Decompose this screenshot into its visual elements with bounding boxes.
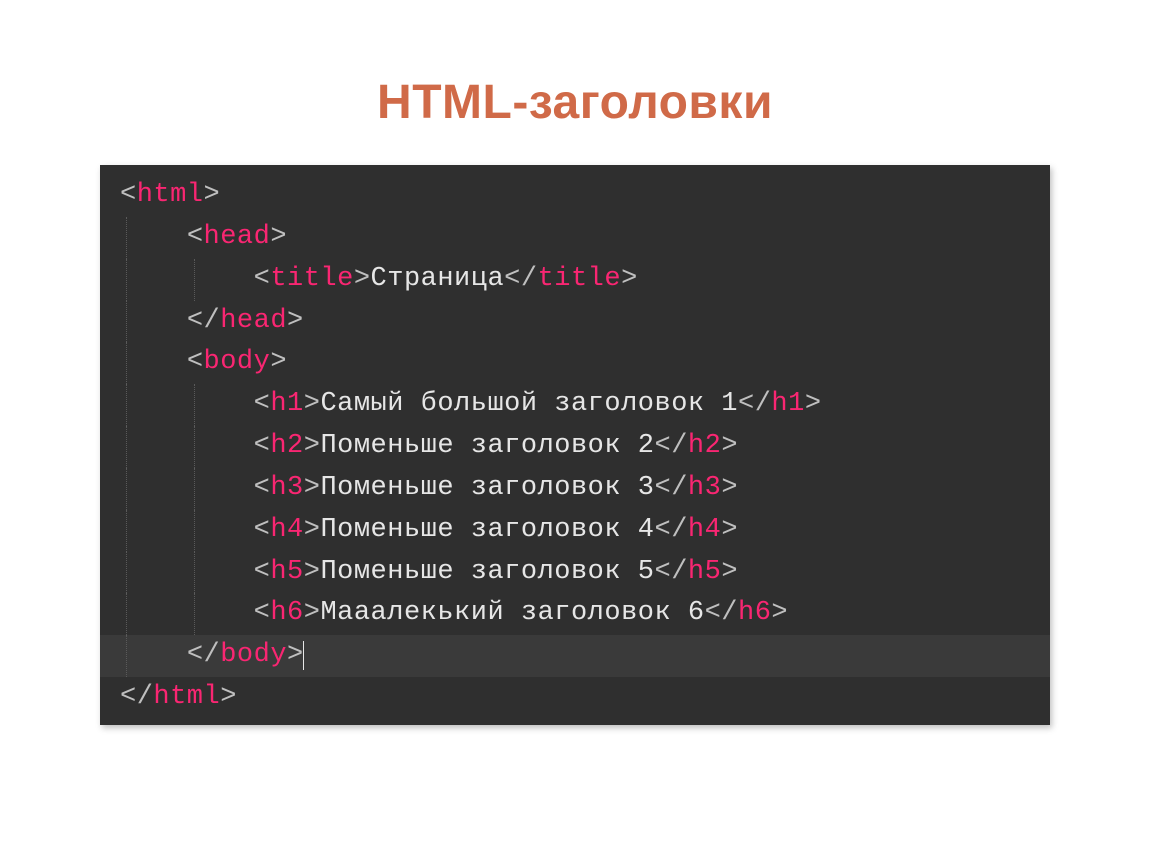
h6-text: Мааалекький заголовок 6 bbox=[320, 598, 704, 628]
tag-h3: h3 bbox=[270, 473, 303, 503]
tag-body-close: body bbox=[220, 640, 287, 670]
code-line: <head> bbox=[100, 217, 1050, 259]
slide: HTML-заголовки <html> <head> <title>Стра… bbox=[0, 0, 1150, 864]
code-line: <h5>Поменьше заголовок 5</h5> bbox=[100, 552, 1050, 594]
tag-h5: h5 bbox=[270, 557, 303, 587]
tag-html-close: html bbox=[153, 682, 220, 712]
code-line: <h4>Поменьше заголовок 4</h4> bbox=[100, 510, 1050, 552]
tag-h4: h4 bbox=[270, 515, 303, 545]
tag-h2: h2 bbox=[270, 431, 303, 461]
tag-h1-close: h1 bbox=[771, 389, 804, 419]
code-line: <html> bbox=[100, 175, 1050, 217]
code-line: </html> bbox=[100, 677, 1050, 719]
text-cursor bbox=[303, 641, 304, 671]
tag-h5-close: h5 bbox=[688, 557, 721, 587]
tag-body: body bbox=[204, 347, 271, 377]
tag-head-close: head bbox=[220, 306, 287, 336]
tag-title-close: title bbox=[538, 264, 622, 294]
h1-text: Самый большой заголовок 1 bbox=[320, 389, 738, 419]
tag-head: head bbox=[204, 222, 271, 252]
tag-h2-close: h2 bbox=[688, 431, 721, 461]
tag-h3-close: h3 bbox=[688, 473, 721, 503]
tag-h6: h6 bbox=[270, 598, 303, 628]
tag-h4-close: h4 bbox=[688, 515, 721, 545]
title-text: Страница bbox=[371, 264, 505, 294]
h3-text: Поменьше заголовок 3 bbox=[320, 473, 654, 503]
code-line: <body> bbox=[100, 342, 1050, 384]
h4-text: Поменьше заголовок 4 bbox=[320, 515, 654, 545]
code-line: <title>Страница</title> bbox=[100, 259, 1050, 301]
code-editor: <html> <head> <title>Страница</title> </… bbox=[100, 165, 1050, 725]
slide-title: HTML-заголовки bbox=[0, 0, 1150, 165]
code-line: <h1>Самый большой заголовок 1</h1> bbox=[100, 384, 1050, 426]
h5-text: Поменьше заголовок 5 bbox=[320, 557, 654, 587]
tag-h6-close: h6 bbox=[738, 598, 771, 628]
code-line-cursor: </body> bbox=[100, 635, 1050, 677]
tag-title: title bbox=[270, 264, 354, 294]
code-line: <h2>Поменьше заголовок 2</h2> bbox=[100, 426, 1050, 468]
code-line: <h6>Мааалекький заголовок 6</h6> bbox=[100, 593, 1050, 635]
code-line: </head> bbox=[100, 301, 1050, 343]
h2-text: Поменьше заголовок 2 bbox=[320, 431, 654, 461]
code-line: <h3>Поменьше заголовок 3</h3> bbox=[100, 468, 1050, 510]
tag-html: html bbox=[137, 180, 204, 210]
tag-h1: h1 bbox=[270, 389, 303, 419]
